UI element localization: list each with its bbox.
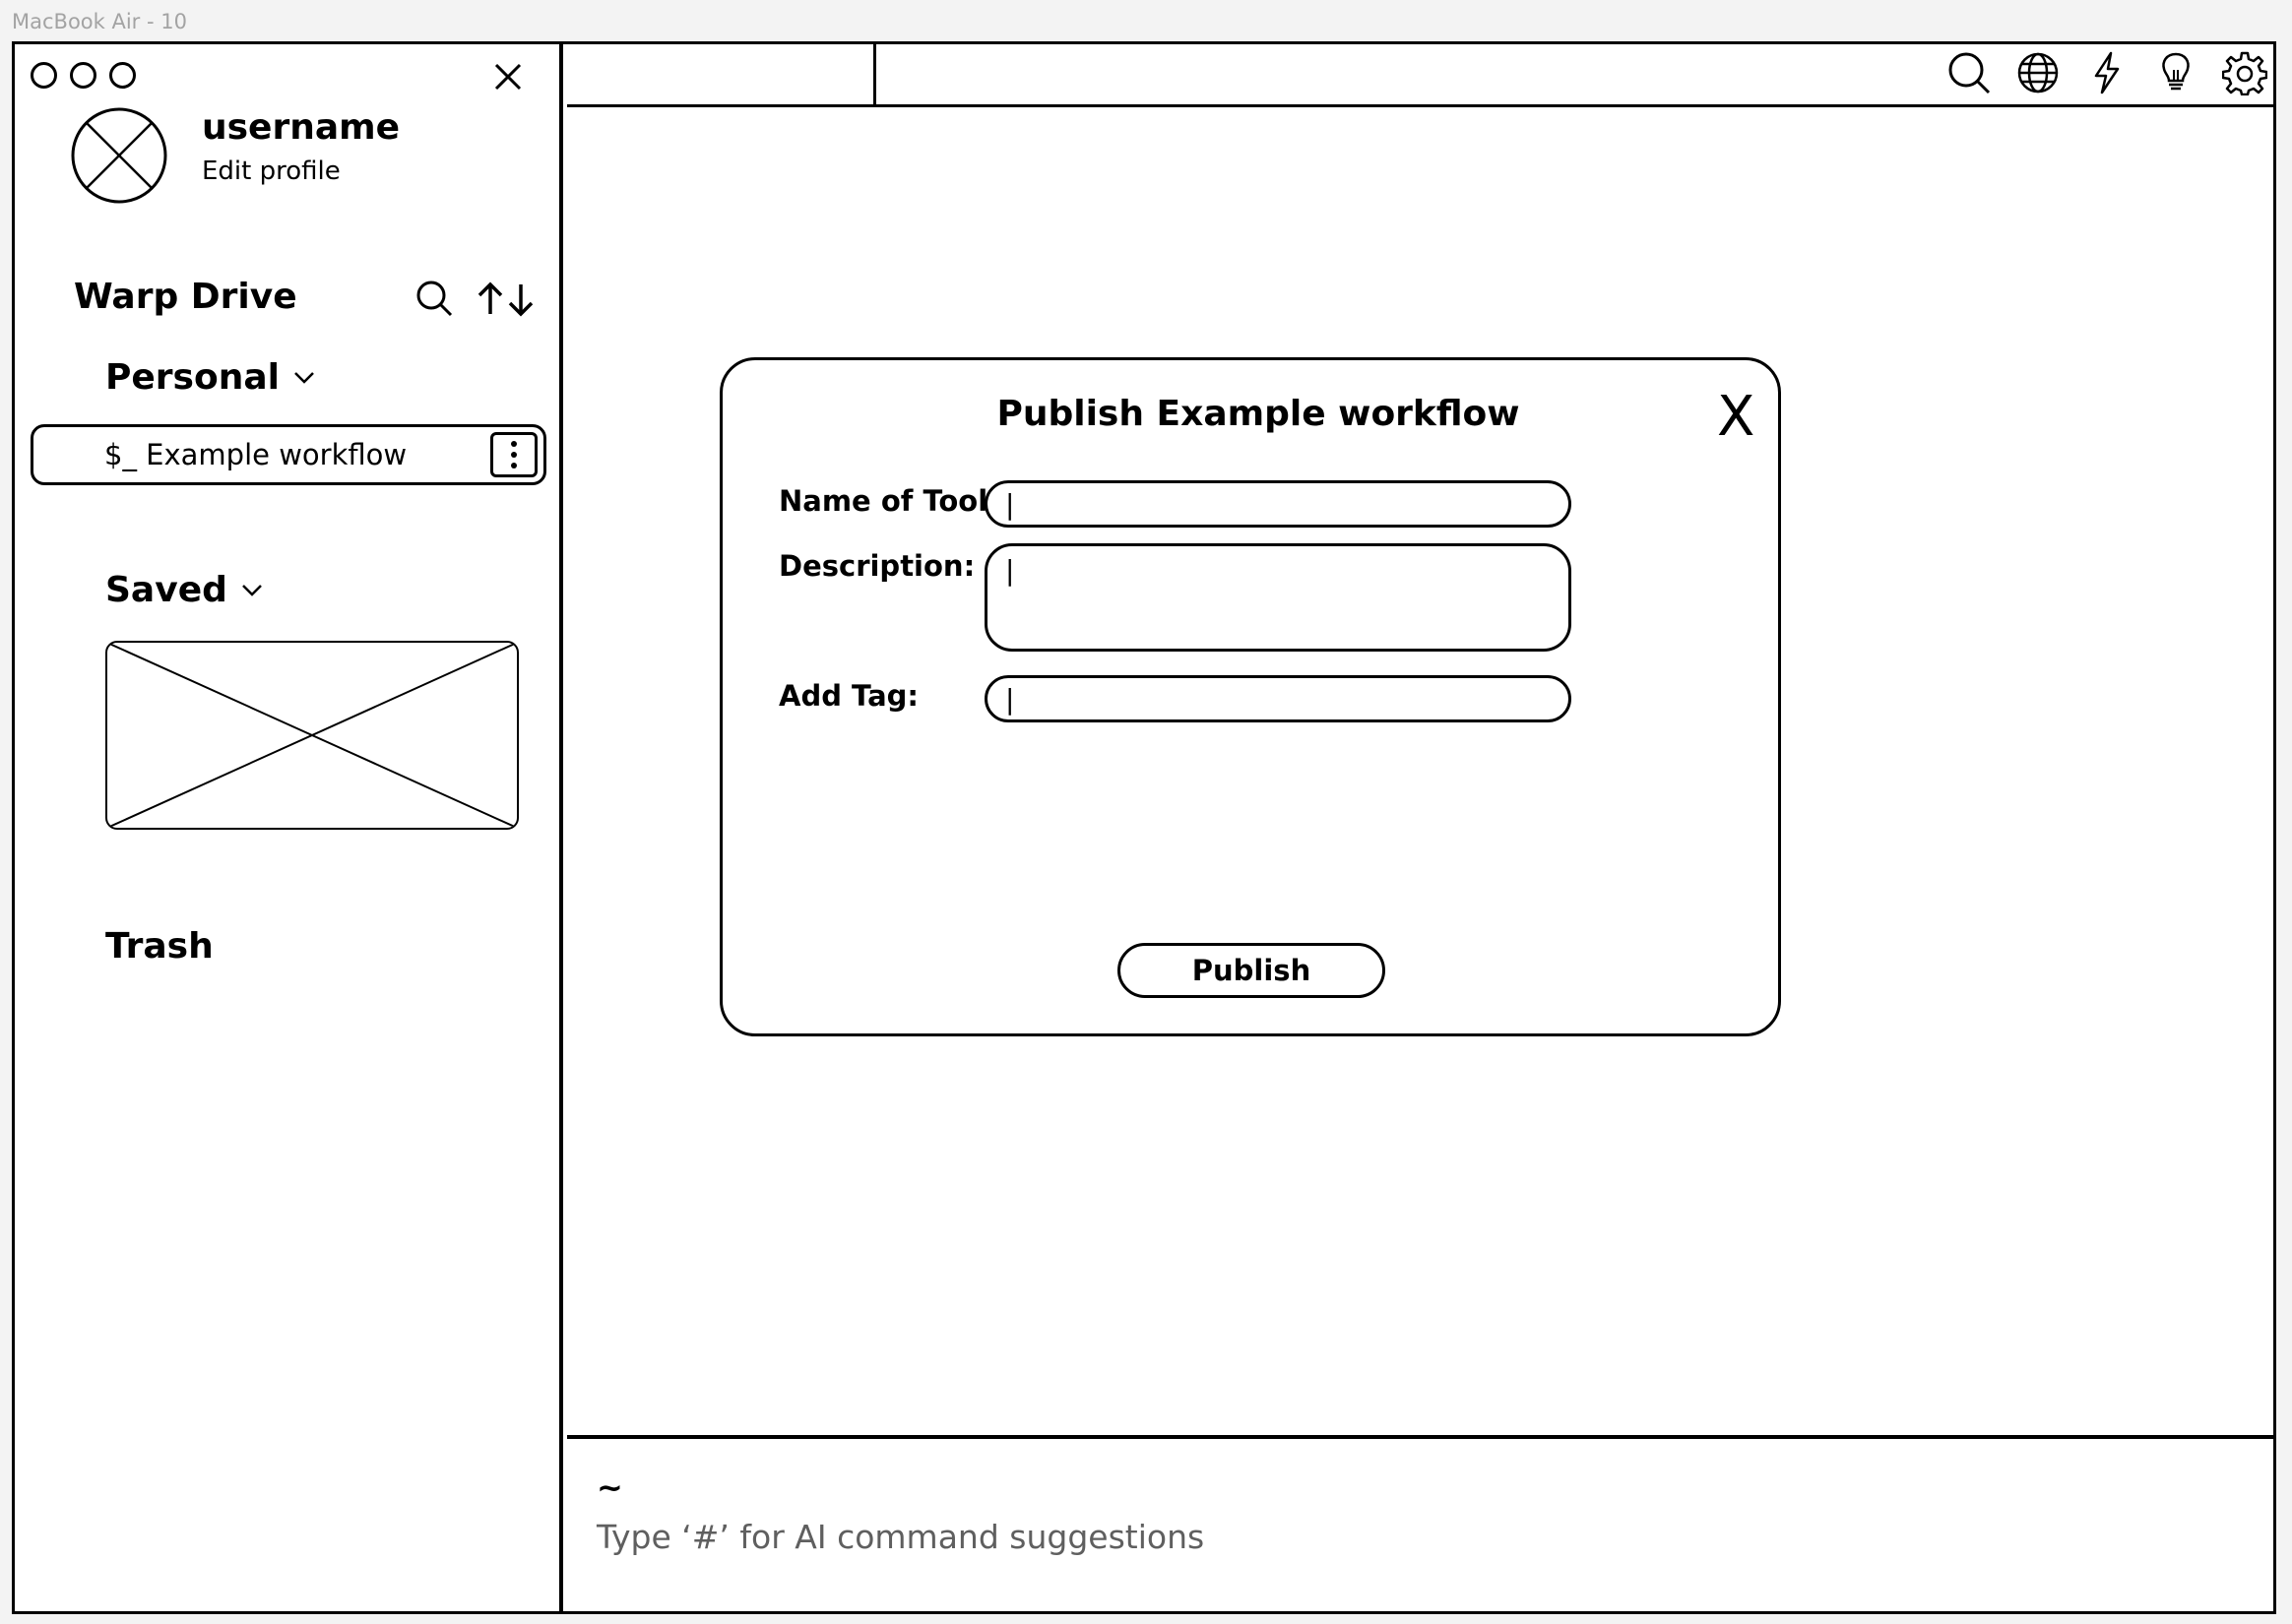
publish-button[interactable]: Publish [1117, 943, 1385, 998]
more-options-button[interactable] [490, 432, 538, 477]
image-placeholder-icon [107, 643, 517, 828]
lightbulb-icon[interactable] [2153, 50, 2198, 95]
personal-label: Personal [105, 357, 280, 398]
username: username [202, 107, 401, 148]
frame-label: MacBook Air - 10 [12, 10, 187, 33]
trash-item[interactable]: Trash [105, 926, 214, 967]
sort-icon[interactable] [476, 281, 537, 318]
toolbar [1946, 50, 2273, 95]
dialog-title: Publish Example workflow [996, 394, 1520, 434]
sidebar: username Edit profile Warp Drive Persona… [15, 44, 563, 1611]
add-tag-label: Add Tag: [779, 679, 920, 713]
kebab-icon [511, 441, 517, 468]
window-controls [31, 62, 136, 89]
avatar[interactable] [70, 106, 168, 205]
saved-label: Saved [105, 570, 227, 610]
workflow-item-label: $_ Example workflow [104, 438, 408, 471]
terminal-input-area[interactable]: ~ Type ‘#’ for AI command suggestions [567, 1435, 2273, 1611]
terminal-tab[interactable] [567, 44, 876, 105]
saved-group[interactable]: Saved [105, 570, 263, 610]
search-icon[interactable] [414, 279, 454, 318]
prompt-symbol: ~ [597, 1468, 623, 1506]
name-of-tool-input[interactable]: | [985, 480, 1571, 528]
publish-dialog: Publish Example workflow X Name of Tool:… [720, 357, 1781, 1036]
workflow-item[interactable]: $_ Example workflow [31, 424, 546, 485]
description-input[interactable]: | [985, 543, 1571, 652]
main-area: Publish Example workflow X Name of Tool:… [567, 44, 2273, 1611]
description-label: Description: [779, 549, 976, 583]
command-input-placeholder[interactable]: Type ‘#’ for AI command suggestions [597, 1518, 1204, 1556]
saved-image-placeholder [105, 641, 519, 830]
app-window: username Edit profile Warp Drive Persona… [12, 41, 2276, 1614]
personal-group[interactable]: Personal [105, 357, 315, 398]
close-icon[interactable] [491, 60, 525, 94]
edit-profile-link[interactable]: Edit profile [202, 156, 341, 186]
window-maximize-dot[interactable] [109, 62, 136, 89]
add-tag-input[interactable]: | [985, 675, 1571, 722]
globe-icon[interactable] [2015, 50, 2061, 95]
chevron-down-icon [294, 371, 314, 384]
top-bar [567, 44, 2273, 107]
window-minimize-dot[interactable] [70, 62, 96, 89]
dialog-close-button[interactable]: X [1717, 390, 1754, 445]
lightning-icon[interactable] [2084, 50, 2130, 95]
window-close-dot[interactable] [31, 62, 57, 89]
chevron-down-icon [241, 584, 262, 596]
search-icon[interactable] [1946, 50, 1992, 95]
section-title: Warp Drive [74, 277, 297, 317]
name-of-tool-label: Name of Tool: [779, 484, 999, 518]
gear-icon[interactable] [2222, 50, 2267, 95]
